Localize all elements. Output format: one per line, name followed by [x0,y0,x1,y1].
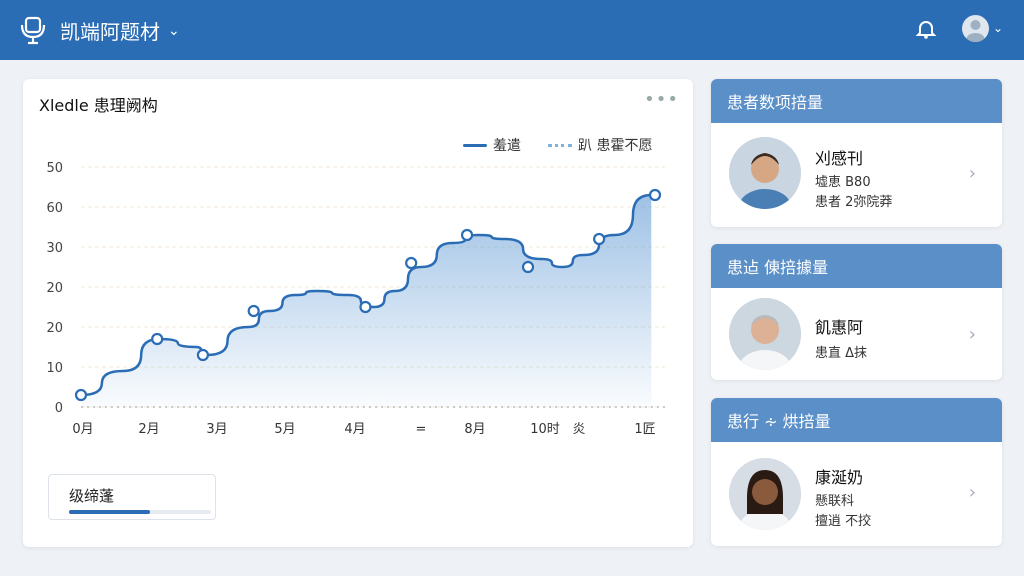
app-title-menu[interactable]: 凯端阿题材 ⌄ [60,16,180,45]
chevron-right-icon[interactable]: › [969,163,976,184]
chevron-down-icon: ⌄ [168,22,180,39]
patient-card-header: 患者数项掊量 [711,79,1002,123]
patient-card-3[interactable]: 患行 ∻ 烘掊量 康涎奶 懸联科 擅逍 不挍 › [711,398,1002,546]
x-tick-label: 0月 [72,422,93,437]
y-tick-label: 0 [55,401,63,416]
male-doctor-avatar [729,137,801,209]
chevron-right-icon[interactable]: › [969,482,976,503]
patient-detail: 擅逍 不挍 [815,514,872,529]
patient-card-header: 患迠 倲掊據量 [711,244,1002,288]
data-point [74,388,88,402]
progress-fill [69,510,150,514]
progress-track [69,510,211,514]
patient-card-2[interactable]: 患迠 倲掊據量 飢惠阿 患直 Δ抹 › [711,244,1002,380]
y-tick-label: 30 [46,241,63,256]
y-tick-label: 10 [46,361,63,376]
patient-detail: 墟恵 B80 [815,175,871,190]
data-point [593,232,606,246]
patient-card-1[interactable]: 患者数项掊量 刈感刊 墟恵 B80 患者 2弥院莽 › [711,79,1002,227]
chart-card: Xledle 患理阙构 ••• 羞遣 趴 患霍不愿 0 10 20 20 30 60 50 0… [23,79,693,547]
patient-detail: 患者 2弥院莽 [815,195,893,210]
patient-name: 康涎奶 [815,468,864,487]
y-tick-label: 20 [46,281,63,296]
x-tick-label: 3月 [206,422,227,437]
patient-name: 刈感刊 [815,149,864,168]
patient-card-header: 患行 ∻ 烘掊量 [711,398,1002,442]
stethoscope-icon[interactable] [20,15,48,45]
x-tick-label: 5月 [274,422,295,437]
senior-doctor-avatar [729,298,801,370]
top-bar: 凯端阿题材 ⌄ ⌄ [0,0,1024,60]
chevron-right-icon[interactable]: › [969,324,976,345]
x-tick-label: 1匠 [634,422,655,437]
data-point [648,188,662,202]
patient-detail: 懸联科 [815,494,855,509]
chevron-down-icon[interactable]: ⌄ [993,21,1003,35]
data-point [247,304,260,318]
female-doctor-avatar [729,458,801,530]
x-tick-label: 4月 [344,422,365,437]
x-tick-label: 炎 [572,422,585,437]
progress-card[interactable]: 级缔蓬 [48,474,216,520]
data-point [521,260,535,274]
data-point [405,256,418,270]
data-point [460,228,474,242]
x-tick-label: = [416,422,427,437]
patient-detail: 患直 Δ抹 [815,346,868,361]
x-tick-label: 10时 [530,422,560,437]
data-point [359,300,372,314]
bell-icon[interactable] [915,18,937,40]
data-point [151,332,164,346]
x-tick-label: 8月 [464,422,485,437]
progress-label: 级缔蓬 [69,487,115,505]
data-point [196,348,210,362]
x-tick-label: 2月 [138,422,159,437]
app-title: 凯端阿题材 [60,20,160,44]
y-tick-label: 20 [46,321,63,336]
patient-name: 飢惠阿 [815,318,864,337]
y-tick-label: 60 [46,201,63,216]
y-tick-label: 50 [46,161,63,176]
user-avatar[interactable] [962,15,989,42]
